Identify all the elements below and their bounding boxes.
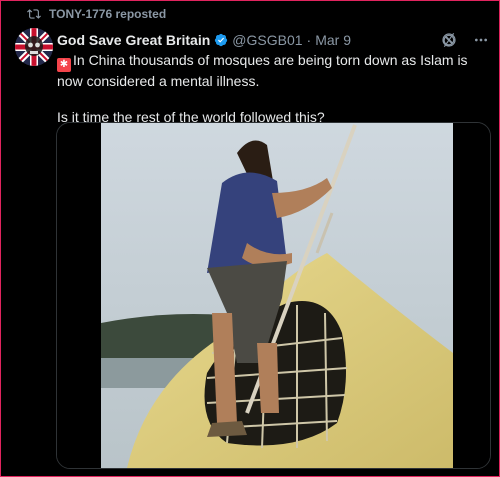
author-name[interactable]: God Save Great Britain <box>57 32 210 48</box>
verified-badge-icon <box>215 33 228 47</box>
siren-emoji-icon: ✱ <box>57 58 71 72</box>
repost-label[interactable]: TONY-1776 reposted <box>49 7 166 21</box>
video-media[interactable] <box>56 122 491 469</box>
tweet-frame: TONY-1776 reposted God Save Great Britai… <box>0 0 500 477</box>
avatar[interactable] <box>15 28 53 66</box>
video-still-image <box>57 123 490 468</box>
author-handle[interactable]: @GSGB01 <box>232 32 302 48</box>
repost-icon <box>27 9 41 19</box>
more-options-icon[interactable] <box>473 32 489 48</box>
tweet-header: God Save Great Britain @GSGB01 · Mar 9 <box>57 29 489 51</box>
tweet-date[interactable]: Mar 9 <box>315 32 351 48</box>
tweet-line-1: In China thousands of mosques are being … <box>57 52 468 89</box>
repost-indicator: TONY-1776 reposted <box>27 7 166 21</box>
separator-dot: · <box>306 32 312 48</box>
tweet-paragraph-1: ✱ In China thousands of mosques are being… <box>57 51 487 90</box>
tweet-text: ✱ In China thousands of mosques are being… <box>57 51 487 126</box>
grok-icon[interactable] <box>441 32 457 48</box>
skull-flag-avatar-image <box>15 28 53 66</box>
